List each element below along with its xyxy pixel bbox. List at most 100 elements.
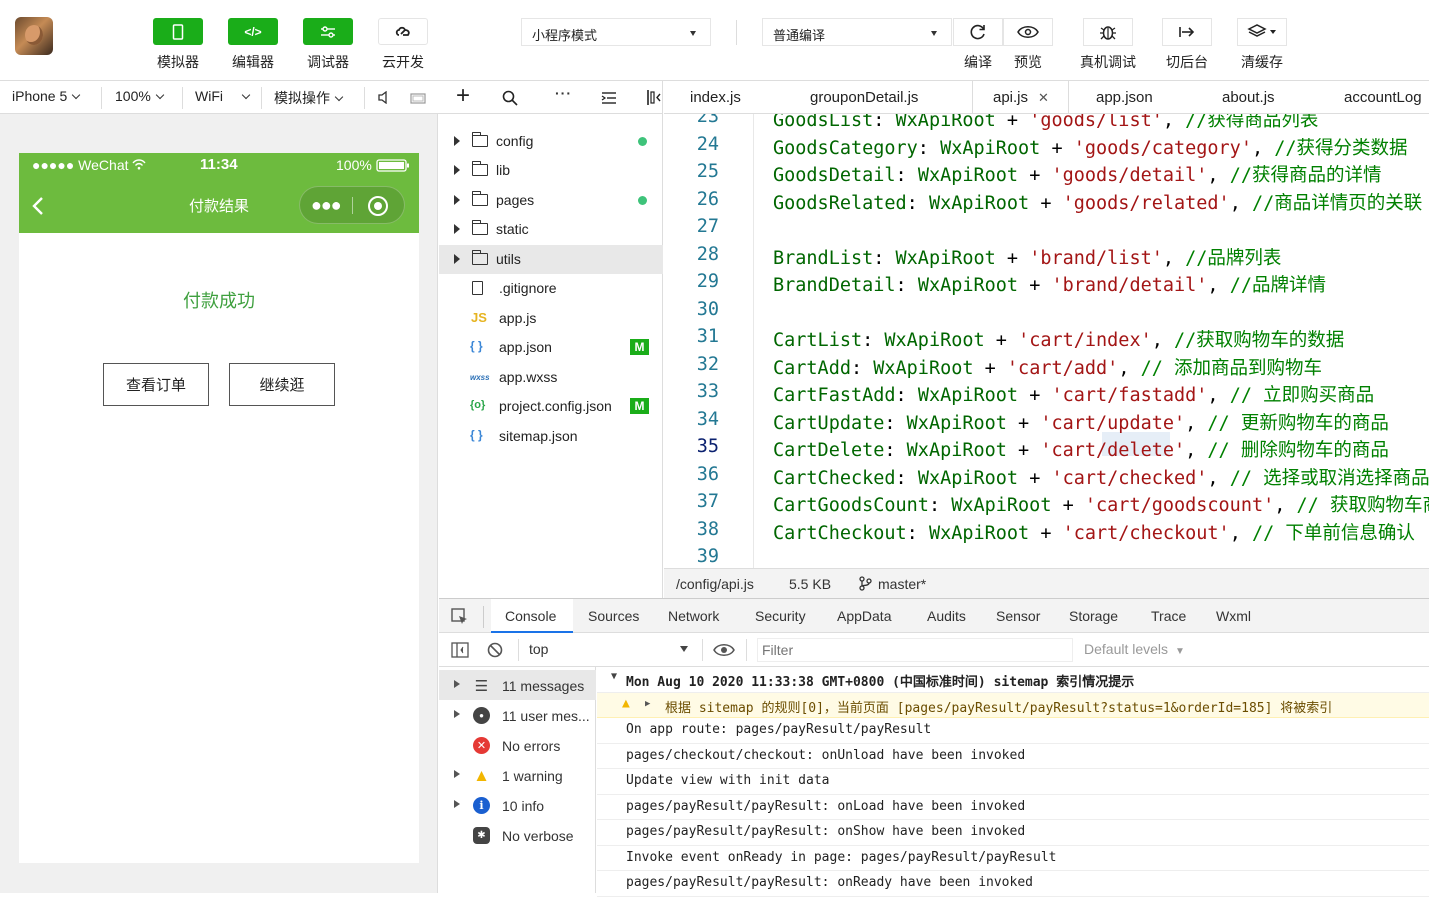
file-gitignore[interactable]: .gitignore bbox=[439, 274, 663, 303]
close-icon[interactable]: ✕ bbox=[1038, 90, 1049, 105]
git-branch-icon bbox=[859, 576, 872, 591]
volume-icon[interactable] bbox=[378, 91, 390, 104]
file-icon bbox=[472, 281, 483, 295]
file-app-json[interactable]: { } app.json M bbox=[439, 333, 663, 362]
chevron-right-icon bbox=[454, 710, 460, 718]
folder-pages[interactable]: pages bbox=[439, 186, 663, 215]
devtools-tab-security[interactable]: Security bbox=[755, 608, 806, 624]
devtools-tab-audits[interactable]: Audits bbox=[927, 608, 966, 624]
tab-about-js[interactable]: about.js bbox=[1222, 89, 1275, 106]
tab-api-js[interactable]: api.js ✕ bbox=[993, 89, 1049, 106]
folder-lib[interactable]: lib bbox=[439, 156, 663, 185]
view-order-button[interactable]: 查看订单 bbox=[103, 363, 209, 406]
preview-label: 预览 bbox=[1014, 54, 1042, 70]
divider bbox=[483, 606, 484, 628]
folder-static[interactable]: static bbox=[439, 215, 663, 244]
clear-console-icon[interactable] bbox=[487, 642, 503, 658]
devtools-tab-storage[interactable]: Storage bbox=[1069, 608, 1118, 624]
folder-utils[interactable]: utils bbox=[439, 244, 663, 274]
log-warning[interactable]: ▲ ▶ 根据 sitemap 的规则[0]，当前页面 [pages/payResul… bbox=[597, 692, 1429, 718]
console-sidebar: ☰ 11 messages ● 11 user mes... ✕ No errors ▲ 1 … bbox=[439, 667, 596, 893]
compile-button[interactable] bbox=[953, 18, 1003, 46]
code-string: 'cart/delete' bbox=[1040, 440, 1186, 461]
collapse-all-icon[interactable] bbox=[601, 91, 617, 105]
toggle-panel-icon[interactable] bbox=[646, 89, 662, 106]
code-punct: : bbox=[895, 165, 918, 186]
add-file-icon[interactable]: + bbox=[456, 82, 470, 110]
code-punct: : bbox=[884, 440, 907, 461]
cloud-dev-button[interactable] bbox=[378, 18, 428, 45]
file-project-config-json[interactable]: {o} project.config.json M bbox=[439, 392, 663, 421]
folder-icon bbox=[471, 220, 488, 236]
chevron-right-icon[interactable]: ▶ bbox=[645, 699, 650, 709]
inspect-element-icon[interactable] bbox=[451, 608, 469, 626]
debugger-button[interactable] bbox=[303, 18, 353, 45]
simulator-button[interactable] bbox=[153, 18, 203, 45]
search-icon[interactable] bbox=[502, 90, 518, 106]
mode-select[interactable]: 小程序模式 bbox=[521, 18, 711, 46]
simulate-select[interactable]: 模拟操作 bbox=[274, 88, 344, 108]
code-root: WxApiRoot bbox=[917, 385, 1019, 406]
file-app-wxss[interactable]: wxss app.wxss bbox=[439, 363, 663, 392]
console-filter-input[interactable] bbox=[757, 638, 1073, 662]
console-filter-warning[interactable]: ▲ 1 warning bbox=[439, 760, 596, 790]
clear-cache-button[interactable] bbox=[1237, 18, 1287, 46]
detach-window-icon[interactable] bbox=[410, 92, 426, 104]
code-key: GoodsCategory bbox=[773, 137, 918, 159]
code-comment: //商品详情页的关联 bbox=[1251, 192, 1423, 214]
preview-button[interactable] bbox=[1003, 18, 1053, 46]
network-select[interactable]: WiFi bbox=[195, 88, 251, 104]
code-line: CartFastAdd: WxApiRoot + 'cart/fastadd',… bbox=[773, 381, 1374, 407]
tab-groupondetail-js[interactable]: grouponDetail.js bbox=[810, 89, 918, 106]
more-dots-icon[interactable]: ●●● bbox=[311, 196, 342, 214]
log-group-header[interactable]: ▼ Mon Aug 10 2020 11:33:38 GMT+0800 (中国标准… bbox=[597, 667, 1429, 693]
user-avatar[interactable] bbox=[15, 17, 53, 55]
git-branch[interactable]: master* bbox=[878, 576, 926, 592]
refresh-icon bbox=[970, 24, 985, 40]
code-punct: : bbox=[873, 114, 896, 131]
folder-config[interactable]: config bbox=[439, 127, 663, 156]
context-select[interactable]: top bbox=[529, 641, 689, 661]
devtools-tab-sensor[interactable]: Sensor bbox=[996, 608, 1040, 624]
zoom-select[interactable]: 100% bbox=[115, 88, 165, 104]
code-key: CartList bbox=[773, 330, 863, 351]
console-filter-error[interactable]: ✕ No errors bbox=[439, 730, 596, 760]
console-filter-label: No errors bbox=[502, 738, 561, 754]
expand-arrow-icon[interactable]: ▼ bbox=[611, 671, 617, 682]
remote-debug-button[interactable] bbox=[1083, 18, 1133, 46]
devtools-tab-console[interactable]: Console bbox=[505, 608, 556, 624]
tab-app-json[interactable]: app.json bbox=[1096, 89, 1153, 106]
tab-index-js[interactable]: index.js bbox=[690, 89, 741, 106]
live-expression-eye-icon[interactable] bbox=[713, 643, 735, 657]
tab-accountlog[interactable]: accountLog bbox=[1344, 89, 1422, 106]
phone-status-bar: ●●●●● WeChat 11:34 100% bbox=[19, 153, 419, 177]
console-filter-verbose[interactable]: ✱ No verbose bbox=[439, 820, 596, 850]
sidebar-toggle-icon[interactable] bbox=[451, 642, 469, 658]
close-target-icon[interactable] bbox=[367, 195, 389, 217]
devtools-tab-trace[interactable]: Trace bbox=[1151, 608, 1186, 624]
code-icon: </> bbox=[244, 24, 262, 39]
log-entry: pages/checkout/checkout: onUnload have b… bbox=[597, 744, 1429, 769]
devtools-tab-sources[interactable]: Sources bbox=[588, 608, 639, 624]
console-filter-info[interactable]: i 10 info bbox=[439, 790, 596, 820]
device-select[interactable]: iPhone 5 bbox=[12, 88, 81, 104]
code-line: CartAdd: WxApiRoot + 'cart/add', // 添加商品… bbox=[773, 354, 1322, 380]
phone-screen: ●●●●● WeChat 11:34 100% 付款结果 ●●● 付款成功 查看… bbox=[19, 153, 419, 863]
devtools-tab-network[interactable]: Network bbox=[668, 608, 719, 624]
devtools-tab-appdata[interactable]: AppData bbox=[837, 608, 891, 624]
continue-shopping-button[interactable]: 继续逛 bbox=[229, 363, 335, 406]
code-editor[interactable]: 23 GoodsList: WxApiRoot + 'goods/list', /… bbox=[664, 114, 1429, 568]
more-icon[interactable]: ··· bbox=[555, 85, 572, 101]
tree-item-label: utils bbox=[496, 250, 521, 267]
file-app-js[interactable]: JS app.js bbox=[439, 304, 663, 333]
console-filter-user[interactable]: ● 11 user mes... bbox=[439, 700, 596, 730]
log-levels-select[interactable]: Default levels ▼ bbox=[1084, 641, 1185, 657]
line-number: 29 bbox=[696, 271, 719, 292]
editor-button[interactable]: </> bbox=[228, 18, 278, 45]
code-string: 'cart/index' bbox=[1018, 330, 1152, 351]
file-sitemap-json[interactable]: { } sitemap.json bbox=[439, 422, 663, 451]
background-button[interactable] bbox=[1162, 18, 1212, 46]
devtools-tab-wxml[interactable]: Wxml bbox=[1216, 608, 1251, 624]
console-filter-list[interactable]: ☰ 11 messages bbox=[439, 670, 596, 700]
compile-select[interactable]: 普通编译 bbox=[762, 18, 952, 46]
